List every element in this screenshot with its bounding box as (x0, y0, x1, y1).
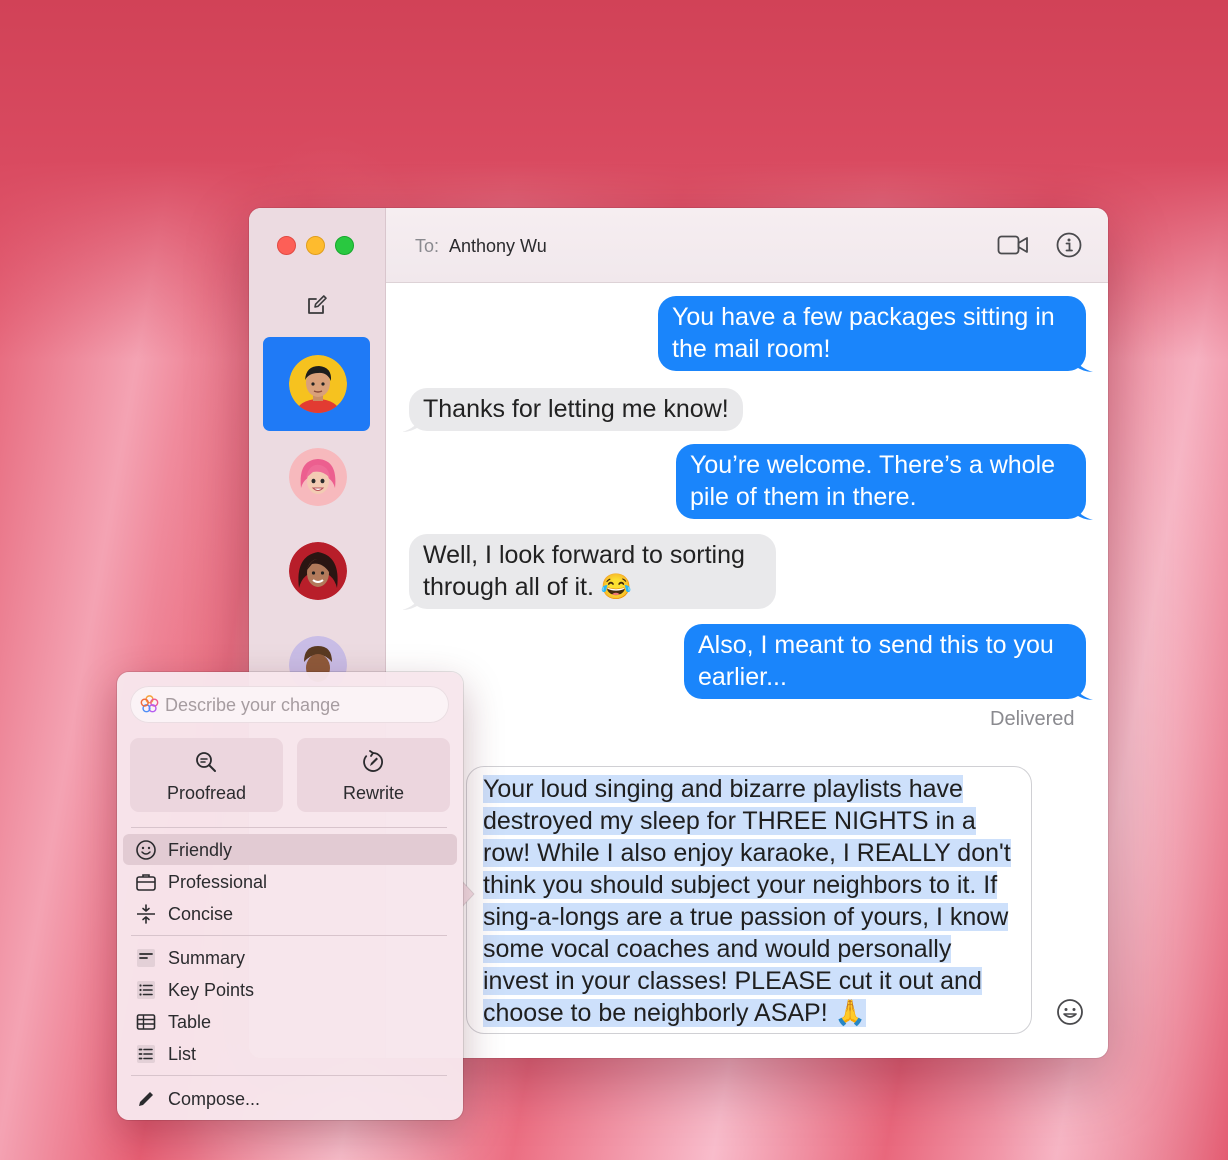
menu-item-professional[interactable]: Professional (123, 866, 457, 897)
apple-intelligence-icon (140, 695, 159, 713)
info-icon[interactable] (1056, 232, 1082, 258)
conversation-item-active[interactable] (263, 337, 370, 431)
key-points-icon (137, 981, 155, 999)
proofread-label: Proofread (166, 783, 247, 803)
summary-icon (137, 949, 155, 967)
menu-item-key-points[interactable]: Key Points (123, 974, 457, 1005)
briefcase-icon (136, 874, 156, 891)
message-input[interactable]: Your loud singing and bizarre playlists … (466, 766, 1032, 1034)
avatar (289, 542, 347, 600)
proofread-icon (196, 752, 216, 772)
rewrite-icon (363, 750, 383, 772)
popover-arrow (461, 880, 475, 908)
menu-item-compose[interactable]: Compose... (123, 1083, 457, 1114)
divider (131, 935, 447, 936)
minimize-window-button[interactable] (306, 236, 325, 255)
rewrite-button[interactable]: Rewrite (297, 738, 450, 812)
message-bubble-outgoing[interactable]: You have a few packages sitting in the m… (658, 296, 1093, 372)
conversation-item[interactable] (263, 524, 370, 618)
list-icon (137, 1045, 155, 1063)
message-bubble-outgoing[interactable]: Also, I meant to send this to you earlie… (684, 624, 1093, 700)
avatar (289, 355, 347, 413)
recipient-name[interactable]: Anthony Wu (449, 236, 547, 257)
conversation-item[interactable] (263, 430, 370, 524)
writing-tools-popover: Describe your change Proofread Rewrite F… (117, 672, 463, 1120)
message-text: Thanks for letting me know! (423, 395, 729, 423)
table-icon (136, 1014, 156, 1030)
menu-label: Summary (168, 948, 246, 968)
message-bubble-outgoing[interactable]: You’re welcome. There’s a whole pile of … (676, 444, 1093, 520)
message-bubble-incoming[interactable]: Well, I look forward to sorting through … (402, 534, 776, 610)
message-bubble-incoming[interactable]: Thanks for letting me know! (402, 388, 743, 432)
to-label: To: (415, 236, 440, 256)
menu-item-concise[interactable]: Concise (123, 898, 457, 929)
message-text: Well, I look forward to sorting through … (423, 541, 745, 601)
draft-text-selected[interactable]: Your loud singing and bizarre playlists … (483, 775, 1011, 1027)
describe-change-input[interactable]: Describe your change (130, 686, 449, 723)
menu-label: List (168, 1044, 197, 1064)
message-text: You’re welcome. There’s a whole pile of … (690, 451, 1056, 511)
pencil-icon (139, 1092, 153, 1106)
compose-icon[interactable] (304, 292, 330, 318)
zoom-window-button[interactable] (335, 236, 354, 255)
concise-icon (137, 904, 155, 924)
menu-label: Compose... (168, 1089, 261, 1109)
message-text: Also, I meant to send this to you earlie… (698, 631, 1054, 691)
menu-label: Table (168, 1012, 212, 1032)
emoji-icon[interactable] (1056, 998, 1084, 1026)
menu-label: Key Points (168, 980, 255, 1000)
menu-item-friendly[interactable]: Friendly (123, 834, 457, 865)
smiley-icon (136, 840, 156, 860)
menu-label: Friendly (168, 840, 233, 860)
menu-item-table[interactable]: Table (123, 1006, 457, 1037)
divider (131, 827, 447, 828)
video-call-icon[interactable] (997, 233, 1029, 257)
close-window-button[interactable] (277, 236, 296, 255)
proofread-button[interactable]: Proofread (130, 738, 283, 812)
message-text: You have a few packages sitting in the m… (672, 303, 1055, 363)
menu-label: Professional (168, 872, 268, 892)
describe-placeholder: Describe your change (165, 695, 341, 715)
menu-item-summary[interactable]: Summary (123, 942, 457, 973)
menu-label: Concise (168, 904, 234, 924)
conversation-header: To: Anthony Wu (386, 208, 1108, 283)
divider (131, 1075, 447, 1076)
avatar (289, 448, 347, 506)
rewrite-label: Rewrite (342, 783, 404, 803)
menu-item-list[interactable]: List (123, 1038, 457, 1069)
delivery-status: Delivered (990, 708, 1075, 730)
